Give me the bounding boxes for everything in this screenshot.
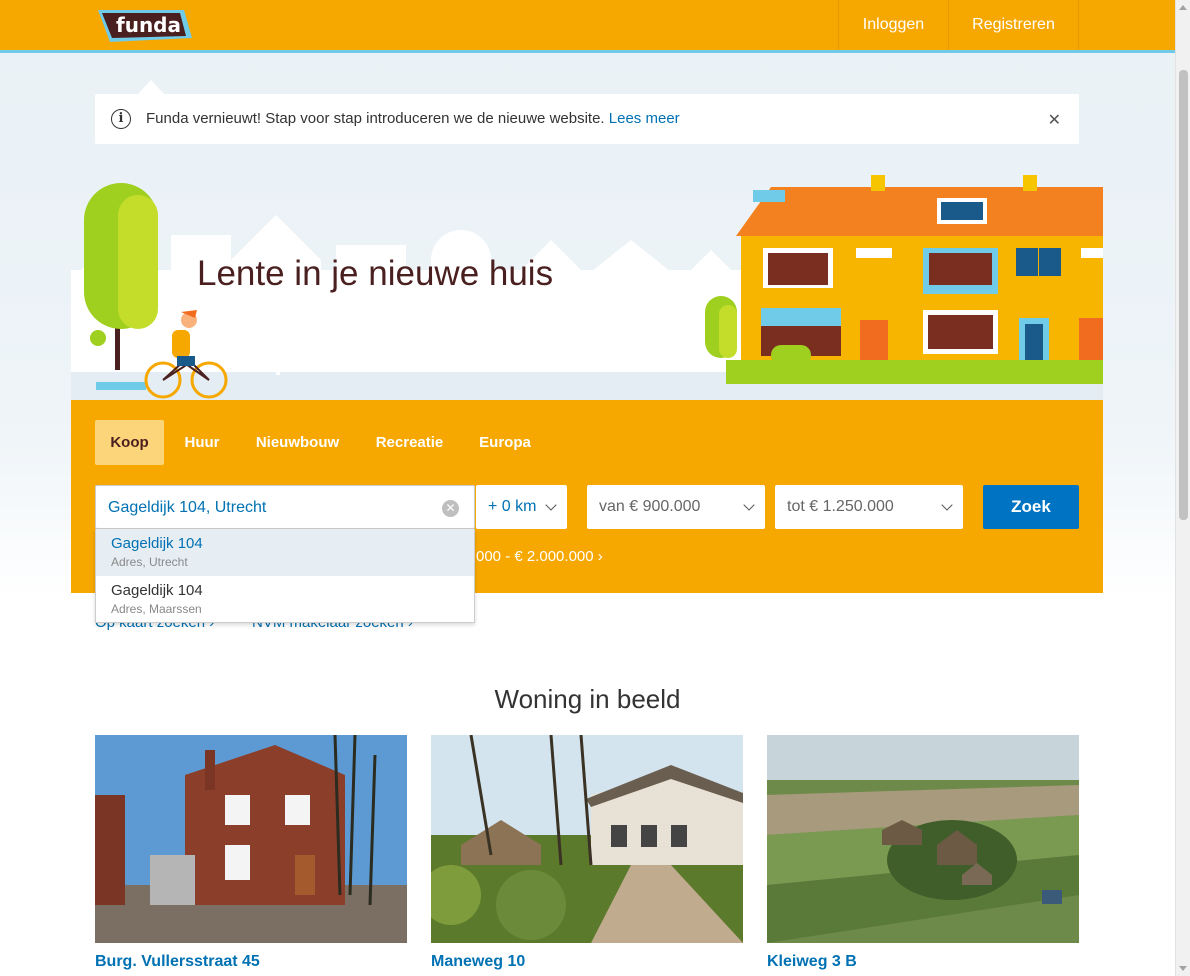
funda-logo[interactable]: funda — [96, 8, 194, 44]
house-photo — [95, 735, 407, 943]
price-to-value: tot € 1.250.000 — [787, 498, 894, 515]
location-search-value: Gageldijk 104, Utrecht — [108, 499, 267, 516]
suggestion-subtitle: Adres, Utrecht — [111, 555, 188, 569]
scroll-up-icon[interactable] — [1179, 5, 1187, 10]
chevron-down-icon — [743, 499, 755, 511]
farm-photo — [767, 735, 1079, 943]
hero-title: Lente in je nieuwe huis — [197, 254, 554, 293]
info-icon: i — [111, 109, 131, 129]
price-from-select[interactable]: van € 900.000 — [587, 485, 765, 529]
scrollbar[interactable] — [1175, 0, 1190, 976]
clear-icon[interactable]: ✕ — [442, 500, 459, 517]
chevron-down-icon — [545, 499, 557, 511]
suggestion-title: Gageldijk 104 — [111, 535, 203, 552]
radius-value: + 0 km — [488, 498, 537, 515]
scrollbar-thumb[interactable] — [1179, 70, 1188, 520]
login-link[interactable]: Inloggen — [838, 0, 948, 50]
tab-recreatie[interactable]: Recreatie — [364, 420, 455, 465]
suggestion-title: Gageldijk 104 — [111, 582, 203, 599]
price-from-value: van € 900.000 — [599, 498, 701, 515]
property-photo[interactable] — [431, 735, 743, 943]
property-photo[interactable] — [767, 735, 1079, 943]
tab-nieuwbouw[interactable]: Nieuwbouw — [246, 420, 349, 465]
property-title[interactable]: Maneweg 10 — [431, 953, 525, 971]
register-link[interactable]: Registreren — [948, 0, 1079, 50]
suggestion-subtitle: Adres, Maarssen — [111, 602, 202, 616]
suggestion-item[interactable]: Gageldijk 104 Adres, Utrecht — [96, 529, 474, 576]
announcement-banner: i Funda vernieuwt! Stap voor stap introd… — [95, 94, 1079, 144]
announcement-message: Funda vernieuwt! Stap voor stap introduc… — [146, 110, 605, 127]
notice-pointer — [138, 80, 164, 94]
price-range-hint[interactable]: 000 - € 2.000.000 › — [476, 548, 603, 565]
chevron-down-icon — [941, 499, 953, 511]
autocomplete-dropdown: Gageldijk 104 Adres, Utrecht Gageldijk 1… — [95, 529, 475, 623]
property-title[interactable]: Burg. Vullersstraat 45 — [95, 953, 260, 971]
tab-koop[interactable]: Koop — [95, 420, 164, 465]
property-photo[interactable] — [95, 735, 407, 943]
tab-europa[interactable]: Europa — [467, 420, 543, 465]
tab-huur[interactable]: Huur — [172, 420, 232, 465]
hero-illustration: Lente in je nieuwe huis — [71, 150, 1103, 400]
villa-photo — [431, 735, 743, 943]
top-bar: funda Inloggen Registreren — [0, 0, 1175, 53]
property-title[interactable]: Kleiweg 3 B — [767, 953, 857, 971]
search-button[interactable]: Zoek — [983, 485, 1079, 529]
announcement-text: Funda vernieuwt! Stap voor stap introduc… — [146, 110, 680, 127]
read-more-link[interactable]: Lees meer — [609, 110, 680, 127]
scroll-down-icon[interactable] — [1179, 966, 1187, 971]
logo-text: funda — [116, 13, 181, 37]
suggestion-item[interactable]: Gageldijk 104 Adres, Maarssen — [96, 576, 474, 623]
location-search-input[interactable]: Gageldijk 104, Utrecht ✕ — [95, 485, 475, 529]
close-icon[interactable]: ✕ — [1048, 110, 1061, 130]
section-title: Woning in beeld — [494, 684, 681, 714]
radius-select[interactable]: + 0 km — [476, 485, 567, 529]
price-to-select[interactable]: tot € 1.250.000 — [775, 485, 963, 529]
